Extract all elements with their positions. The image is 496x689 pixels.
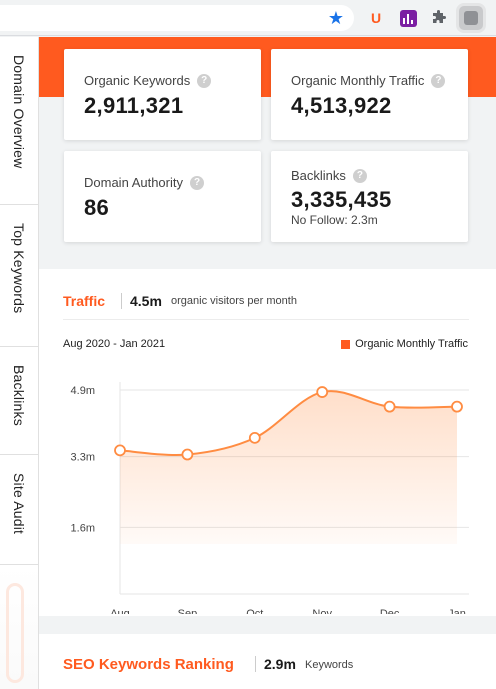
tab-backlinks-label: Backlinks	[11, 365, 27, 426]
help-icon[interactable]: ?	[431, 73, 446, 88]
domain-authority-value: 86	[84, 195, 110, 220]
data-point-dec	[383, 400, 396, 413]
help-icon[interactable]: ?	[352, 168, 367, 183]
legend-swatch	[341, 339, 351, 349]
x-tick-label: Jan	[448, 608, 466, 614]
traffic-value: 4.5m	[130, 293, 162, 309]
organic-traffic-card: Organic Monthly Traffic ? 4,513,922	[271, 49, 468, 140]
organic-traffic-label: Organic Monthly Traffic	[291, 73, 425, 88]
traffic-description: organic visitors per month	[171, 295, 297, 307]
organic-keywords-label: Organic Keywords	[84, 73, 191, 88]
organic-keywords-value: 2,911,321	[84, 93, 184, 118]
help-icon[interactable]: ?	[197, 73, 212, 88]
y-tick-label: 3.3m	[71, 452, 95, 464]
traffic-title: Traffic	[63, 293, 106, 309]
data-point-sep	[181, 448, 194, 461]
tab-domain-overview-label: Domain Overview	[11, 55, 27, 169]
tab-top-keywords[interactable]: Top Keywords	[0, 205, 38, 347]
keywords-ranking-title: SEO Keywords Ranking	[63, 656, 234, 673]
x-tick-label: Nov	[312, 608, 332, 614]
domain-authority-card: Domain Authority ? 86	[64, 151, 261, 242]
tab-site-audit[interactable]: Site Audit	[0, 455, 38, 565]
y-tick-label: 1.6m	[71, 522, 95, 534]
x-tick-label: Dec	[380, 608, 400, 614]
keywords-ranking-panel: SEO Keywords Ranking 2.9m Keywords	[39, 634, 496, 689]
data-point-nov	[316, 386, 329, 398]
tab-domain-overview[interactable]: Domain Overview	[0, 37, 38, 205]
chart-legend[interactable]: Organic Monthly Traffic	[341, 338, 468, 350]
keywords-ranking-description: Keywords	[305, 659, 354, 671]
backlinks-card: Backlinks ? 3,335,435 No Follow: 2.3m	[271, 151, 468, 242]
data-point-aug	[114, 444, 126, 457]
star-icon[interactable]: ★	[326, 8, 346, 28]
keywords-ranking-value: 2.9m	[264, 656, 296, 672]
backlinks-label: Backlinks	[291, 168, 346, 183]
date-range: Aug 2020 - Jan 2021	[63, 338, 166, 350]
tab-backlinks[interactable]: Backlinks	[0, 347, 38, 455]
main-content: Organic Keywords ? 2,911,321 Organic Mon…	[39, 37, 496, 689]
x-tick-label: Sep	[178, 608, 198, 614]
data-point-jan	[451, 400, 463, 413]
chart-extension-icon[interactable]	[398, 8, 418, 28]
tab-top-keywords-label: Top Keywords	[11, 223, 27, 314]
help-icon[interactable]: ?	[190, 175, 204, 190]
backlinks-nofollow: No Follow: 2.3m	[291, 213, 378, 227]
traffic-chart: 1.6m 3.3m 4.9m Aug Sep Oct Nov Dec Jan	[71, 382, 469, 614]
profile-avatar[interactable]	[456, 3, 486, 33]
sidebar-footer-decoration	[0, 565, 38, 689]
organic-traffic-value: 4,513,922	[291, 93, 392, 118]
x-tick-label: Aug	[110, 608, 130, 614]
data-point-oct	[248, 431, 261, 444]
traffic-panel: Traffic 4.5m organic visitors per month …	[39, 269, 496, 616]
x-tick-label: Oct	[246, 608, 263, 614]
puzzle-icon[interactable]	[429, 8, 449, 28]
legend-label: Organic Monthly Traffic	[355, 338, 468, 350]
y-tick-label: 4.9m	[71, 385, 95, 397]
domain-authority-label: Domain Authority	[84, 175, 183, 190]
backlinks-value: 3,335,435	[291, 187, 392, 212]
organic-keywords-card: Organic Keywords ? 2,911,321	[64, 49, 261, 140]
tab-site-audit-label: Site Audit	[11, 473, 27, 535]
ubersuggest-extension-icon[interactable]: U	[366, 8, 386, 28]
browser-toolbar: ★ U	[0, 0, 496, 36]
address-bar[interactable]	[0, 5, 354, 31]
